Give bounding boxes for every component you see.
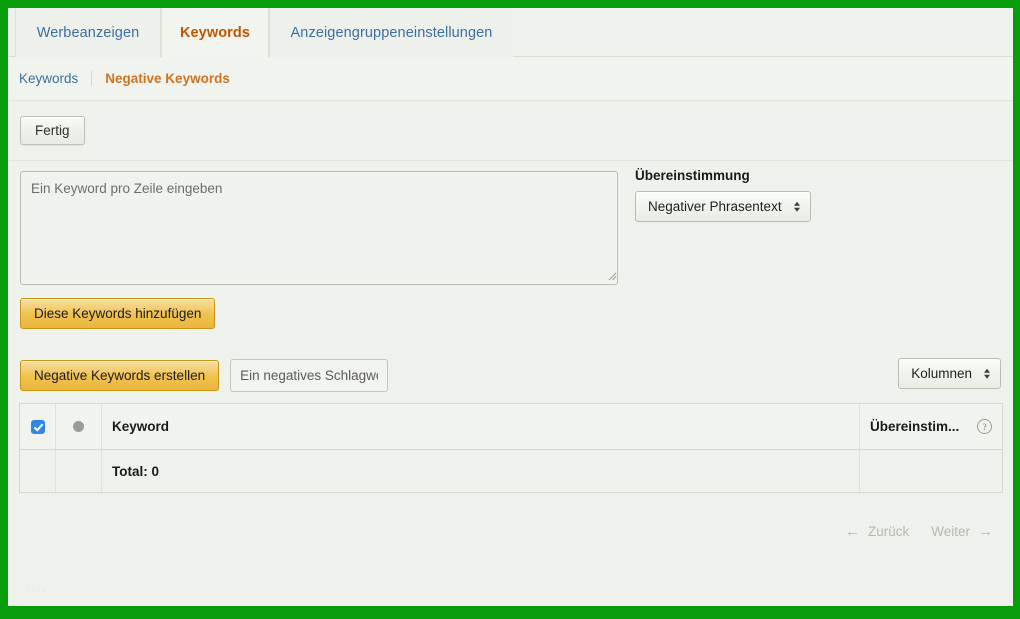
table-total-row: Total: 0	[20, 450, 1002, 493]
match-type-group: Übereinstimmung Negativer Phrasentext	[635, 168, 811, 222]
column-header-match-label: Übereinstim...	[870, 419, 960, 434]
arrow-left-icon: ←	[844, 522, 860, 540]
tab-werbeanzeigen[interactable]: Werbeanzeigen	[15, 8, 161, 57]
app-frame: Werbeanzeigen Keywords Anzeigengruppenei…	[8, 8, 1013, 606]
status-column-cell	[56, 404, 102, 449]
keyword-entry-area: Übereinstimmung Negativer Phrasentext	[9, 161, 1013, 293]
done-toolbar: Fertig	[9, 101, 1013, 161]
tab-werbeanzeigen-label: Werbeanzeigen	[36, 24, 140, 41]
match-type-selected-value: Negativer Phrasentext	[648, 199, 782, 214]
subnav-separator	[91, 71, 93, 86]
columns-button-label: Kolumnen	[911, 366, 972, 381]
tab-keywords-label: Keywords	[179, 24, 251, 41]
pagination-next-label: Weiter	[931, 523, 970, 539]
help-icon[interactable]: ?	[977, 419, 992, 434]
match-type-label: Übereinstimmung	[635, 168, 750, 183]
add-keywords-row: Diese Keywords hinzufügen	[9, 293, 1013, 347]
add-keywords-button[interactable]: Diese Keywords hinzufügen	[20, 298, 216, 329]
total-match-cell	[860, 450, 1002, 492]
select-all-cell	[20, 404, 56, 449]
done-button[interactable]: Fertig	[20, 116, 85, 145]
tab-bar: Werbeanzeigen Keywords Anzeigengruppenei…	[9, 8, 1013, 58]
pagination-next[interactable]: Weiter →	[931, 523, 993, 540]
subnav-item-keywords[interactable]: Keywords	[19, 71, 78, 86]
total-label: Total: 0	[102, 450, 860, 492]
pagination-previous[interactable]: ← Zurück	[845, 523, 909, 540]
pagination-previous-label: Zurück	[867, 523, 910, 539]
status-dot-icon	[73, 421, 84, 432]
tab-keywords[interactable]: Keywords	[161, 8, 269, 58]
footer-ghost-text: Hilfe	[27, 584, 47, 594]
tab-anzeigengruppeneinstellungen-label: Anzeigengruppeneinstellungen	[290, 24, 493, 41]
column-header-match[interactable]: Übereinstim... ?	[860, 404, 1002, 449]
match-type-select[interactable]: Negativer Phrasentext	[635, 191, 811, 222]
create-negative-keywords-button[interactable]: Negative Keywords erstellen	[20, 359, 220, 391]
keyword-textarea[interactable]	[20, 171, 618, 285]
subnav-item-negative-keywords[interactable]: Negative Keywords	[105, 71, 230, 86]
columns-button[interactable]: Kolumnen	[898, 358, 1001, 389]
arrow-right-icon: →	[978, 522, 993, 540]
chevron-updown-icon	[793, 201, 800, 212]
total-status-cell	[56, 450, 102, 492]
subnav: Keywords Negative Keywords	[9, 57, 1013, 101]
total-check-cell	[20, 450, 56, 492]
column-header-keyword[interactable]: Keyword	[102, 404, 860, 449]
create-toolbar: Negative Keywords erstellen Kolumnen	[9, 347, 1013, 403]
tab-anzeigengruppeneinstellungen[interactable]: Anzeigengruppeneinstellungen	[269, 8, 513, 57]
chevron-updown-icon	[984, 368, 990, 379]
select-all-checkbox[interactable]	[30, 419, 45, 434]
pagination: ← Zurück Weiter →	[9, 503, 1013, 559]
search-negative-keyword-input[interactable]	[230, 358, 389, 392]
negative-keywords-table: Keyword Übereinstim... ? Total: 0	[19, 403, 1003, 493]
table-header-row: Keyword Übereinstim... ?	[20, 404, 1002, 450]
